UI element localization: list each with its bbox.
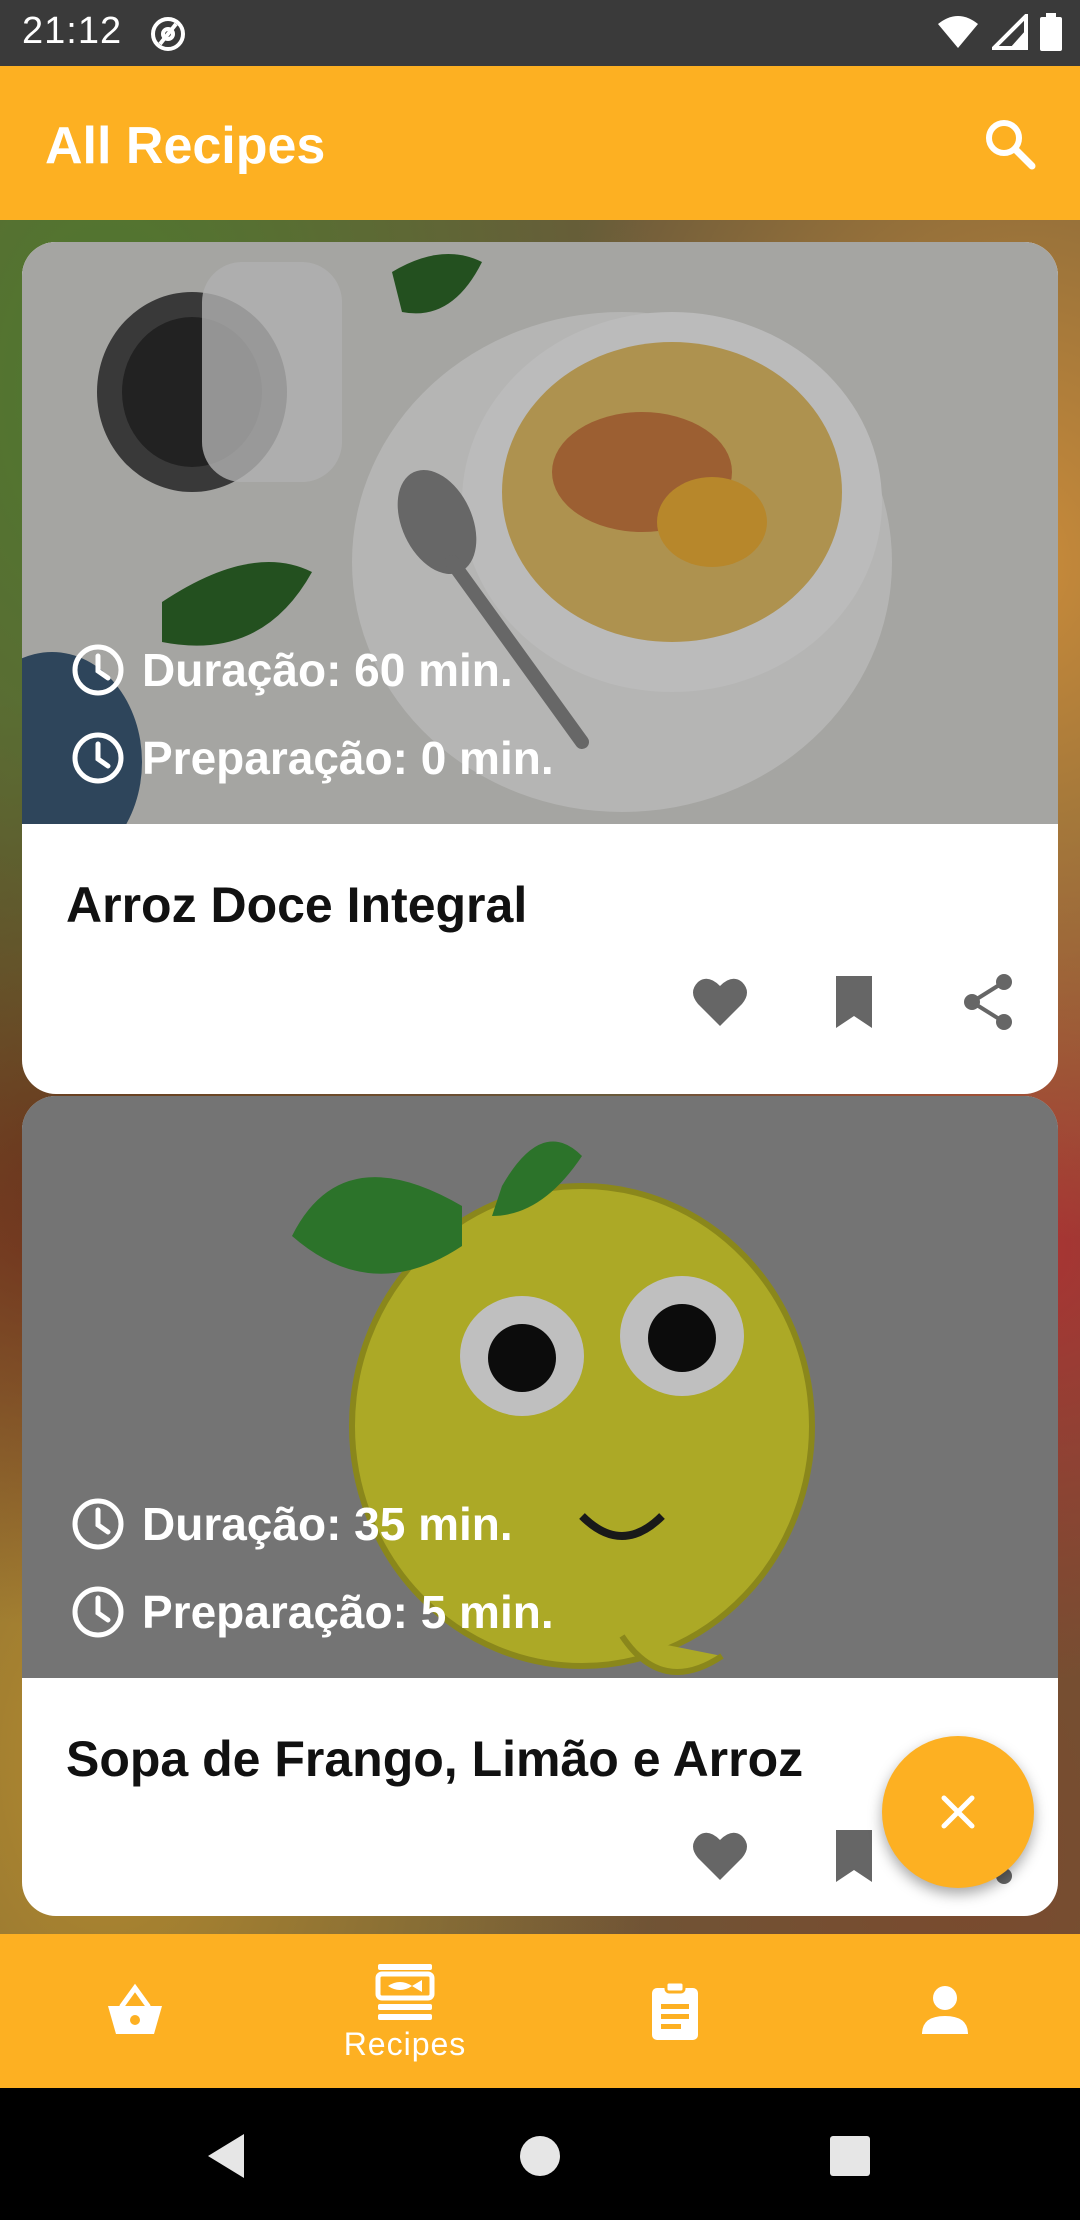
page-title: All Recipes <box>45 117 326 175</box>
recipe-image[interactable]: Duração: 35 min. Preparação: 5 min. <box>22 1096 1058 1678</box>
status-time: 21:12 <box>22 10 123 52</box>
bookmark-icon[interactable] <box>824 1826 884 1886</box>
clock-icon <box>72 1586 124 1638</box>
favorite-heart-icon[interactable] <box>690 972 750 1032</box>
preparation-text: Preparação: 5 min. <box>142 1586 554 1638</box>
duration-row: Duração: 35 min. <box>70 1496 513 1552</box>
favorite-heart-icon[interactable] <box>690 1826 750 1886</box>
system-navigation <box>0 2088 1080 2220</box>
back-icon[interactable] <box>200 2128 256 2184</box>
preparation-row: Preparação: 5 min. <box>70 1584 554 1640</box>
nav-item-recipes[interactable]: Recipes <box>270 1934 540 2088</box>
clock-icon <box>72 644 124 696</box>
clipboard-icon <box>652 1980 698 2040</box>
home-icon[interactable] <box>512 2128 568 2184</box>
recipes-icon <box>375 1963 435 2020</box>
share-icon[interactable] <box>958 972 1018 1032</box>
basket-icon <box>108 1983 162 2034</box>
wifi-icon <box>938 16 978 48</box>
nav-item-basket[interactable] <box>0 1934 270 2088</box>
preparation-text: Preparação: 0 min. <box>142 732 554 784</box>
nav-item-list[interactable] <box>540 1934 810 2088</box>
recents-icon[interactable] <box>822 2128 878 2184</box>
at-sign-icon <box>151 17 185 51</box>
preparation-row: Preparação: 0 min. <box>70 730 554 786</box>
signal-icon <box>992 14 1028 50</box>
bookmark-icon[interactable] <box>824 972 884 1032</box>
card-actions <box>690 972 1018 1032</box>
close-icon <box>941 1795 975 1829</box>
app-bar: All Recipes <box>0 66 1080 220</box>
battery-icon <box>1040 13 1062 51</box>
search-icon[interactable] <box>980 114 1040 174</box>
duration-text: Duração: 35 min. <box>142 1498 513 1550</box>
close-fab-button[interactable] <box>882 1736 1034 1888</box>
nav-label-recipes: Recipes <box>343 2025 467 2062</box>
duration-row: Duração: 60 min. <box>70 642 513 698</box>
nav-item-profile[interactable] <box>810 1934 1080 2088</box>
recipe-image[interactable]: Duração: 60 min. Preparação: 0 min. <box>22 242 1058 824</box>
status-bar: 21:12 <box>0 0 1080 66</box>
clock-icon <box>72 1498 124 1550</box>
recipe-title[interactable]: Arroz Doce Integral <box>66 876 527 934</box>
clock-icon <box>72 732 124 784</box>
bottom-navigation: Recipes <box>0 1934 1080 2088</box>
recipe-title[interactable]: Sopa de Frango, Limão e Arroz <box>66 1730 803 1788</box>
recipe-list[interactable]: Duração: 60 min. Preparação: 0 min. Arro… <box>0 220 1080 1934</box>
duration-text: Duração: 60 min. <box>142 644 513 696</box>
recipe-card[interactable]: Duração: 60 min. Preparação: 0 min. Arro… <box>22 242 1058 1094</box>
person-icon <box>922 1986 968 2034</box>
